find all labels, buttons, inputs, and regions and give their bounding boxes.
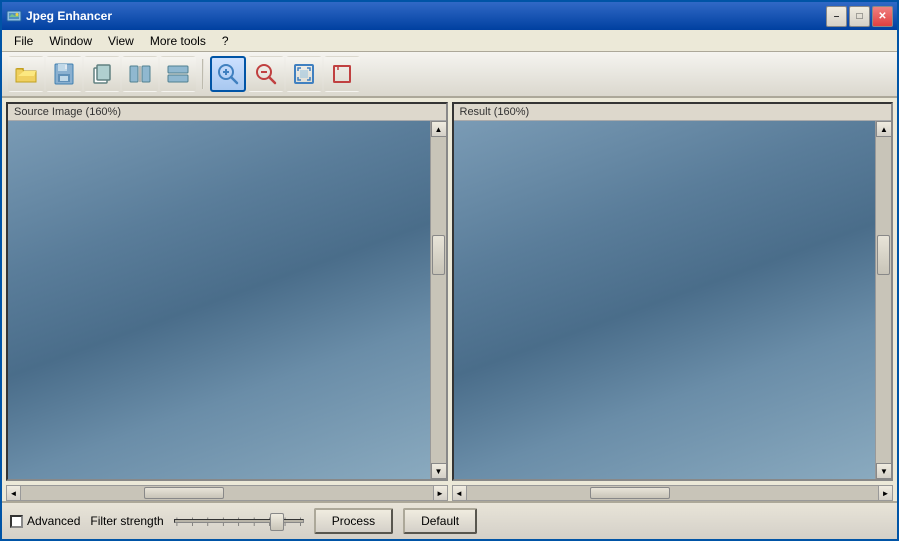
result-hscroll-track[interactable]: [467, 486, 879, 500]
source-vscroll-track[interactable]: [431, 137, 446, 463]
source-hscroll-right[interactable]: ►: [433, 486, 447, 500]
result-viewport: ▲ ▼: [454, 121, 892, 479]
open-button[interactable]: [8, 56, 44, 92]
result-hscroll-right[interactable]: ►: [878, 486, 892, 500]
result-hscroll[interactable]: ◄ ►: [452, 485, 894, 501]
hscroll-row: ◄ ► ◄ ►: [2, 485, 897, 501]
menu-bar: File Window View More tools ?: [2, 30, 897, 52]
default-button[interactable]: Default: [403, 508, 477, 534]
result-scroll-up[interactable]: ▲: [876, 121, 891, 137]
minimize-button[interactable]: –: [826, 6, 847, 27]
result-hscroll-thumb[interactable]: [590, 487, 670, 499]
copy-button[interactable]: [84, 56, 120, 92]
zoom-out-button[interactable]: [248, 56, 284, 92]
close-button[interactable]: ✕: [872, 6, 893, 27]
save-button[interactable]: [46, 56, 82, 92]
source-panel: Source Image (160%) ▲ ▼: [6, 102, 448, 481]
source-image-area: [8, 121, 430, 479]
restore-button[interactable]: □: [849, 6, 870, 27]
actual-size-button[interactable]: [324, 56, 360, 92]
slider-thumb[interactable]: [270, 513, 284, 531]
result-vscroll: ▲ ▼: [875, 121, 891, 479]
menu-more-tools[interactable]: More tools: [142, 32, 214, 50]
slider-track[interactable]: [174, 519, 304, 523]
result-panel-title: Result (160%): [454, 104, 892, 121]
result-hscroll-left[interactable]: ◄: [453, 486, 467, 500]
source-image: [8, 121, 430, 479]
source-panel-title: Source Image (160%): [8, 104, 446, 121]
result-vscroll-track[interactable]: [876, 137, 891, 463]
filter-strength-label: Filter strength: [90, 514, 163, 528]
filter-strength-slider[interactable]: | | | | | | | | |: [174, 511, 304, 531]
source-hscroll[interactable]: ◄ ►: [6, 485, 448, 501]
source-vscroll: ▲ ▼: [430, 121, 446, 479]
advanced-checkbox[interactable]: [10, 515, 23, 528]
toolbar-separator-1: [202, 59, 204, 89]
window-title: Jpeg Enhancer: [26, 9, 822, 23]
result-image-area: [454, 121, 876, 479]
toolbar: [2, 52, 897, 98]
menu-file[interactable]: File: [6, 32, 41, 50]
zoom-in-button[interactable]: [210, 56, 246, 92]
window-controls: – □ ✕: [826, 6, 893, 27]
app-icon: [6, 8, 22, 24]
result-vscroll-thumb[interactable]: [877, 235, 890, 275]
source-scroll-up[interactable]: ▲: [431, 121, 446, 137]
process-button[interactable]: Process: [314, 508, 393, 534]
result-panel: Result (160%) ▲ ▼: [452, 102, 894, 481]
source-hscroll-track[interactable]: [21, 486, 433, 500]
title-bar: Jpeg Enhancer – □ ✕: [2, 2, 897, 30]
source-hscroll-left[interactable]: ◄: [7, 486, 21, 500]
advanced-checkbox-container[interactable]: Advanced: [10, 514, 80, 528]
advanced-label: Advanced: [27, 514, 80, 528]
main-content: Source Image (160%) ▲ ▼ Result: [2, 98, 897, 539]
main-window: Jpeg Enhancer – □ ✕ File Window View Mor…: [0, 0, 899, 541]
result-scroll-down[interactable]: ▼: [876, 463, 891, 479]
menu-help[interactable]: ?: [214, 32, 237, 50]
result-image: [454, 121, 876, 479]
source-viewport: ▲ ▼: [8, 121, 446, 479]
source-hscroll-thumb[interactable]: [144, 487, 224, 499]
fit-to-window-button[interactable]: [286, 56, 322, 92]
source-vscroll-thumb[interactable]: [432, 235, 445, 275]
menu-view[interactable]: View: [100, 32, 142, 50]
menu-window[interactable]: Window: [41, 32, 100, 50]
side-by-side-button[interactable]: [122, 56, 158, 92]
panels-row: Source Image (160%) ▲ ▼ Result: [2, 98, 897, 485]
bottom-bar: Advanced Filter strength | | | | | | | |…: [2, 501, 897, 539]
source-scroll-down[interactable]: ▼: [431, 463, 446, 479]
split-view-button[interactable]: [160, 56, 196, 92]
